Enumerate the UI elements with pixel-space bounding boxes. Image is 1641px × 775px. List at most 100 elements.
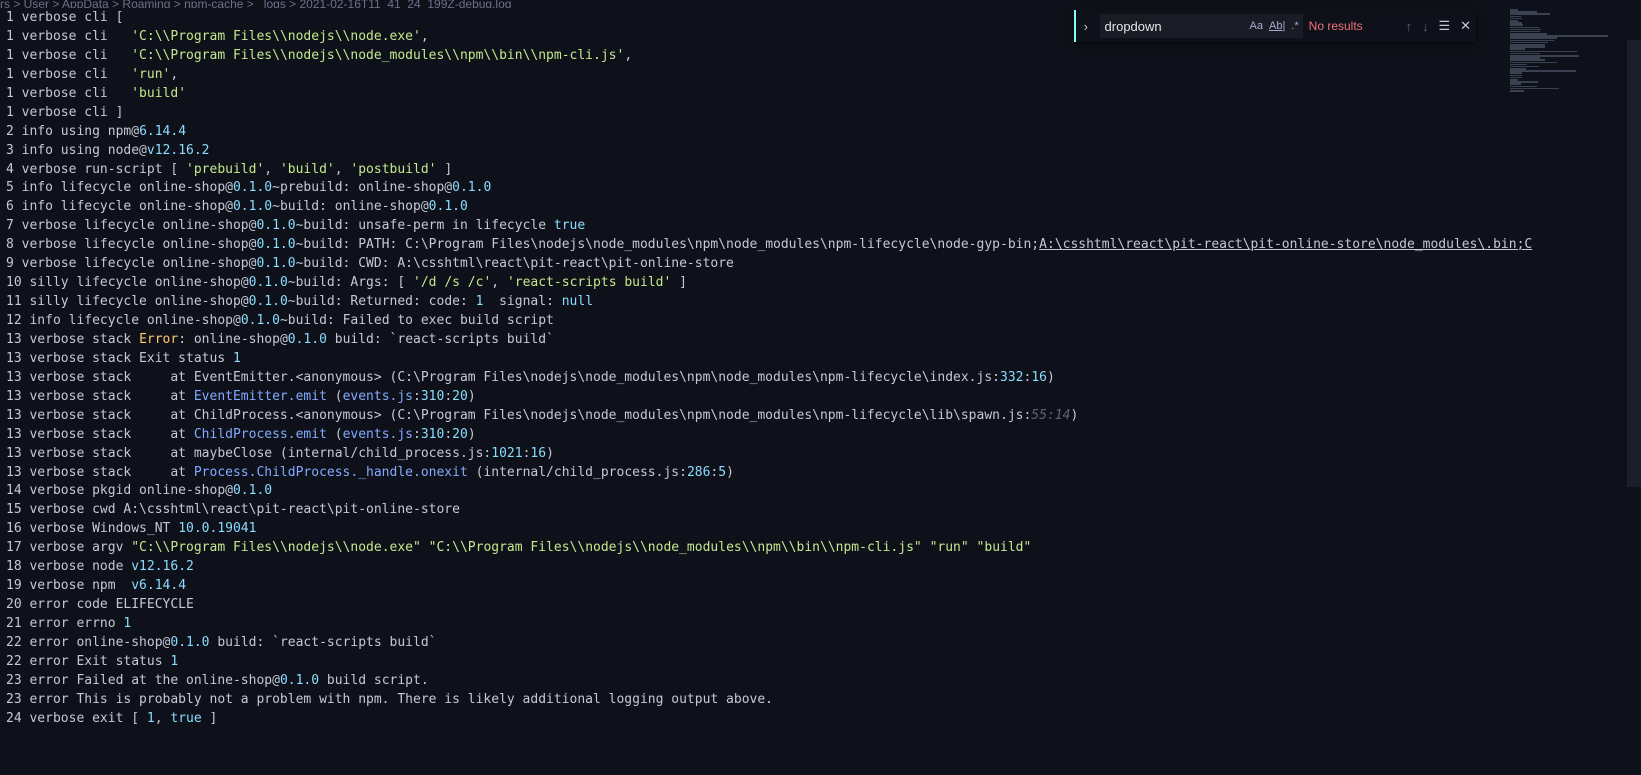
log-line: 21 error errno 1 bbox=[0, 615, 1641, 634]
log-token: 13 verbose stack bbox=[6, 331, 140, 347]
log-token bbox=[421, 540, 429, 555]
log-token: ~build: PATH: C:\Program Files\nodejs\no… bbox=[295, 237, 1040, 253]
log-token: 5 info lifecycle online-shop@ bbox=[6, 180, 233, 196]
log-token: 'postbuild' bbox=[350, 161, 437, 177]
log-line: 1 verbose cli ] bbox=[0, 104, 1641, 123]
log-token: , bbox=[420, 28, 429, 44]
log-token: "build" bbox=[976, 540, 1032, 556]
log-token: , bbox=[264, 161, 280, 177]
log-token: signal: bbox=[483, 294, 562, 310]
log-token: 7 verbose lifecycle online-shop@ bbox=[6, 218, 257, 234]
log-token: 9 verbose lifecycle online-shop@ bbox=[6, 256, 257, 272]
log-line: 13 verbose stack Exit status 1 bbox=[0, 350, 1641, 369]
log-line: 13 verbose stack at maybeClose (internal… bbox=[0, 445, 1641, 464]
log-token: 13 verbose stack at bbox=[6, 426, 194, 442]
log-token: ) bbox=[546, 445, 554, 461]
log-token: 332 bbox=[1000, 369, 1024, 385]
log-token: 4 verbose run-script [ bbox=[6, 161, 187, 177]
log-line: 9 verbose lifecycle online-shop@0.1.0~bu… bbox=[0, 255, 1641, 274]
next-match-arrow-down-icon[interactable]: ↓ bbox=[1422, 19, 1429, 34]
log-token: true bbox=[553, 218, 586, 234]
log-line: 22 error Exit status 1 bbox=[0, 653, 1641, 672]
log-line: 17 verbose argv "C:\\Program Files\\node… bbox=[0, 539, 1641, 558]
log-token[interactable]: A:\csshtml\react\pit-react\pit-online-st… bbox=[1039, 237, 1532, 252]
log-token: 24 verbose exit [ bbox=[6, 710, 147, 726]
log-line: 22 error online-shop@0.1.0 build: `react… bbox=[0, 634, 1641, 653]
log-token: ) bbox=[467, 388, 476, 404]
log-token bbox=[922, 540, 930, 555]
editor-text-area[interactable]: 1 verbose cli [1 verbose cli 'C:\\Progra… bbox=[0, 9, 1641, 775]
log-token: , bbox=[154, 710, 171, 726]
log-token: 1 verbose cli bbox=[6, 66, 132, 82]
log-token: : online-shop@ bbox=[178, 331, 288, 347]
log-token: 1 verbose cli bbox=[6, 85, 132, 101]
log-line: 11 silly lifecycle online-shop@0.1.0~bui… bbox=[0, 293, 1641, 312]
log-token: 3 info using node@ bbox=[6, 142, 147, 158]
log-token: ~prebuild: online-shop@ bbox=[272, 180, 453, 196]
find-widget: › Aa Ab| .* No results ↑ ↓ ☰ ✕ bbox=[1074, 10, 1476, 42]
vertical-scrollbar[interactable] bbox=[1627, 40, 1641, 487]
log-token: v12.16.2 bbox=[146, 142, 210, 158]
log-token: 8 verbose lifecycle online-shop@ bbox=[6, 237, 257, 253]
use-regex-icon[interactable]: .* bbox=[1291, 20, 1298, 32]
log-token bbox=[969, 540, 977, 555]
log-token: 22 error online-shop@ bbox=[6, 634, 171, 650]
find-input[interactable] bbox=[1100, 17, 1247, 35]
log-token: ] bbox=[436, 161, 453, 177]
breadcrumb[interactable]: rs > User > AppData > Roaming > npm-cach… bbox=[0, 0, 1100, 8]
find-input-box[interactable]: Aa Ab| .* bbox=[1099, 14, 1303, 38]
log-token: 17 verbose argv bbox=[6, 540, 132, 556]
log-token: 310 bbox=[420, 426, 445, 442]
log-token: 0.1.0 bbox=[232, 180, 273, 196]
log-token: 1 verbose cli ] bbox=[6, 104, 124, 120]
toggle-replace-chevron-icon[interactable]: › bbox=[1076, 19, 1096, 34]
log-token: 310 bbox=[420, 388, 445, 404]
log-token: ( bbox=[326, 426, 343, 442]
log-line: 4 verbose run-script [ 'prebuild', 'buil… bbox=[0, 161, 1641, 180]
log-token: , bbox=[334, 161, 351, 177]
log-token: ] bbox=[671, 275, 687, 291]
breadcrumb-path: rs > User > AppData > Roaming > npm-cach… bbox=[0, 0, 512, 8]
log-line: 23 error Failed at the online-shop@0.1.0… bbox=[0, 672, 1641, 691]
log-token: 0.1.0 bbox=[240, 313, 280, 328]
log-token: 20 bbox=[452, 388, 468, 404]
log-token: '/d /s /c' bbox=[413, 275, 492, 291]
log-token: (internal/child_process.js: bbox=[467, 464, 687, 480]
log-token: events.js bbox=[342, 388, 414, 404]
log-token: 'prebuild' bbox=[186, 161, 265, 177]
log-token: 16 bbox=[1031, 369, 1047, 385]
log-token: 0.1.0 bbox=[279, 672, 320, 688]
log-token: ~build: Returned: code: bbox=[287, 294, 476, 310]
log-token: 'C:\\Program Files\\nodejs\\node_modules… bbox=[131, 47, 625, 63]
close-icon[interactable]: ✕ bbox=[1460, 18, 1471, 34]
log-line: 16 verbose Windows_NT 10.0.19041 bbox=[0, 520, 1641, 539]
log-token: "C:\\Program Files\\nodejs\\node.exe" bbox=[131, 540, 421, 556]
log-line: 3 info using node@v12.16.2 bbox=[0, 142, 1641, 161]
log-line: 10 silly lifecycle online-shop@0.1.0~bui… bbox=[0, 274, 1641, 293]
log-token: 16 verbose Windows_NT bbox=[6, 521, 179, 537]
log-token: 21 error errno bbox=[6, 616, 124, 631]
log-token: 22 error Exit status bbox=[6, 653, 171, 669]
log-token: 1 verbose cli bbox=[6, 28, 132, 44]
log-line: 13 verbose stack at EventEmitter.emit (e… bbox=[0, 388, 1641, 407]
previous-match-arrow-up-icon[interactable]: ↑ bbox=[1405, 19, 1412, 34]
find-in-selection-icon[interactable]: ☰ bbox=[1438, 18, 1450, 34]
log-line: 18 verbose node v12.16.2 bbox=[0, 558, 1641, 577]
log-token: 1 bbox=[146, 710, 155, 726]
match-whole-word-icon[interactable]: Ab| bbox=[1269, 20, 1285, 32]
log-token: 20 bbox=[452, 426, 468, 442]
log-token: ) bbox=[467, 426, 476, 442]
log-token: , bbox=[624, 47, 633, 63]
minimap-line bbox=[1510, 89, 1524, 92]
log-token: 23 error This is probably not a problem … bbox=[6, 691, 774, 707]
log-line: 20 error code ELIFECYCLE bbox=[0, 596, 1641, 615]
log-line: 14 verbose pkgid online-shop@0.1.0 bbox=[0, 482, 1641, 501]
log-token: ) bbox=[726, 464, 734, 480]
log-token: ~build: unsafe-perm in lifecycle bbox=[295, 218, 554, 234]
minimap[interactable] bbox=[1510, 9, 1625, 92]
log-token: 0.1.0 bbox=[248, 275, 288, 291]
match-case-icon[interactable]: Aa bbox=[1250, 20, 1263, 32]
log-token: ~build: CWD: A:\csshtml\react\pit-react\… bbox=[295, 256, 734, 272]
log-token: "run" bbox=[929, 540, 969, 556]
log-token: 15 verbose cwd A:\csshtml\react\pit-reac… bbox=[6, 502, 460, 518]
